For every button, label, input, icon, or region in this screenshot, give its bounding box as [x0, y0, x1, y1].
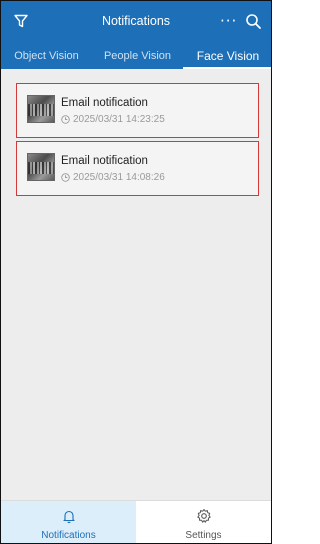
- notification-card[interactable]: Email notification 2025/03/31 14:08:26: [16, 141, 259, 196]
- nav-notifications[interactable]: Notifications: [1, 501, 136, 543]
- notification-card[interactable]: Email notification 2025/03/31 14:23:25: [16, 83, 259, 138]
- tab-face-vision-label: Face Vision: [196, 49, 260, 63]
- nav-settings-label: Settings: [185, 530, 222, 541]
- notification-timestamp: 2025/03/31 14:08:26: [61, 172, 165, 183]
- nav-settings[interactable]: Settings: [136, 501, 271, 543]
- tab-face-vision[interactable]: Face Vision: [183, 43, 271, 69]
- notification-timestamp: 2025/03/31 14:23:25: [61, 114, 165, 125]
- notification-title: Email notification: [61, 155, 148, 167]
- nav-notifications-label: Notifications: [41, 530, 96, 541]
- notification-thumbnail: [27, 153, 55, 181]
- vision-tabs: Object Vision People Vision Face Vision: [1, 43, 271, 69]
- notification-time-text: 2025/03/31 14:08:26: [73, 172, 165, 183]
- app-frame: Notifications ··· Object Vision People V…: [0, 0, 272, 544]
- active-tab-indicator: [183, 67, 271, 69]
- notification-title: Email notification: [61, 97, 148, 109]
- clock-icon: [61, 115, 70, 124]
- search-icon[interactable]: [245, 13, 262, 30]
- more-options-button[interactable]: ···: [220, 12, 237, 30]
- tab-object-vision[interactable]: Object Vision: [1, 43, 92, 69]
- top-bar: Notifications ···: [1, 1, 271, 43]
- bottom-navigation: Notifications Settings: [1, 500, 271, 543]
- notification-time-text: 2025/03/31 14:23:25: [73, 114, 165, 125]
- clock-icon: [61, 173, 70, 182]
- gear-icon: [196, 509, 211, 523]
- tab-people-vision[interactable]: People Vision: [92, 43, 183, 69]
- app-header: Notifications ··· Object Vision People V…: [1, 1, 271, 69]
- notification-thumbnail: [27, 95, 55, 123]
- bell-icon: [62, 510, 75, 524]
